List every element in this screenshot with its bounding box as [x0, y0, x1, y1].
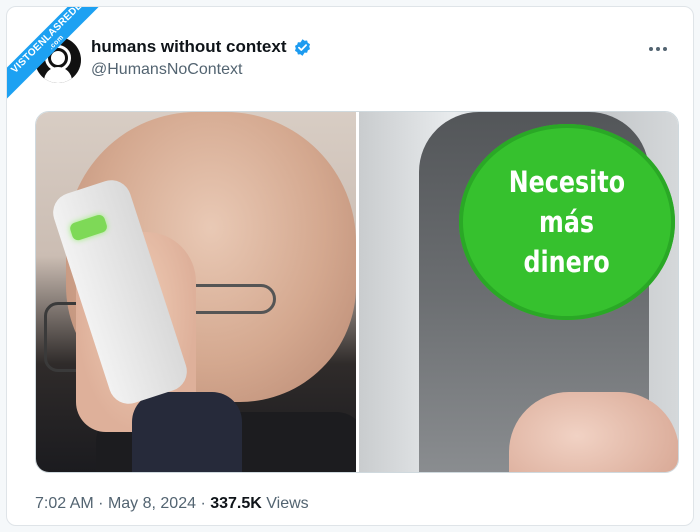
- green-button-caption: Necesito más dinero: [458, 124, 675, 320]
- tweet-card: VISTOENLASREDES .com humans without cont…: [6, 6, 694, 526]
- tweet-media[interactable]: Necesito más dinero: [35, 111, 679, 473]
- more-options-icon[interactable]: [649, 47, 667, 51]
- author-handle[interactable]: @HumansNoContext: [91, 61, 242, 79]
- tweet-meta: 7:02 AM · May 8, 2024 · 337.5K Views: [35, 495, 309, 512]
- views-count: 337.5K: [210, 495, 262, 512]
- author-name[interactable]: humans without context: [91, 37, 287, 57]
- media-image-left[interactable]: [36, 112, 356, 472]
- tweet-date[interactable]: May 8, 2024: [108, 495, 196, 512]
- caption-line-2: más: [539, 205, 594, 239]
- views-label: Views: [266, 495, 309, 512]
- caption-line-1: Necesito: [508, 165, 625, 199]
- verified-badge-icon: [294, 39, 311, 56]
- media-image-right[interactable]: Necesito más dinero: [358, 112, 678, 472]
- caption-line-3: dinero: [523, 245, 610, 279]
- tweet-time[interactable]: 7:02 AM: [35, 495, 94, 512]
